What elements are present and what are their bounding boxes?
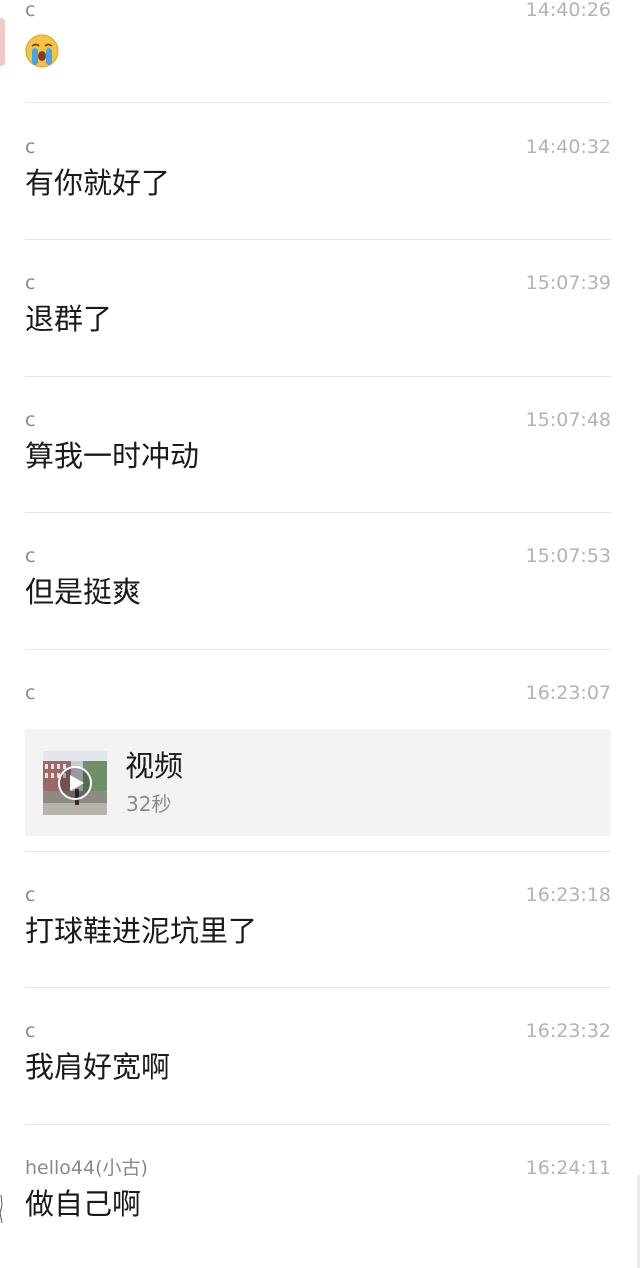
message-divider (25, 239, 611, 240)
message-text: 打球鞋进泥坑里了 (25, 914, 258, 948)
message-divider (25, 376, 611, 377)
partial-avatar (0, 18, 5, 66)
message-item[interactable]: c 14:40:32 有你就好了 (25, 135, 611, 225)
message-time: 15:07:39 (525, 272, 611, 294)
message-text: 但是挺爽 (25, 575, 142, 609)
message-item[interactable]: c 14:40:26 (25, 0, 611, 78)
message-sender[interactable]: c (25, 135, 35, 159)
message-text: 退群了 (25, 302, 113, 336)
message-divider (25, 851, 611, 852)
play-icon[interactable] (43, 751, 107, 815)
message-item[interactable]: hello44(小古) 16:24:11 做自己啊 (25, 1156, 611, 1246)
message-text: 做自己啊 (25, 1187, 142, 1221)
message-sender[interactable]: c (25, 883, 35, 907)
message-time: 15:07:53 (525, 545, 611, 567)
message-item[interactable]: c 15:07:53 但是挺爽 (25, 544, 611, 634)
message-divider (25, 1124, 611, 1125)
message-divider (25, 649, 611, 650)
message-time: 16:23:07 (525, 682, 611, 704)
message-time: 16:24:11 (525, 1157, 611, 1179)
message-sender[interactable]: c (25, 544, 35, 568)
message-item[interactable]: c 16:23:07 视频 32秒 (25, 681, 611, 841)
message-sender[interactable]: c (25, 681, 35, 705)
message-item[interactable]: c 16:23:18 打球鞋进泥坑里了 (25, 883, 611, 973)
video-message-card[interactable]: 视频 32秒 (25, 729, 611, 836)
video-title: 视频 (125, 749, 184, 783)
message-time: 15:07:48 (525, 409, 611, 431)
message-sender[interactable]: c (25, 0, 35, 22)
message-divider (25, 102, 611, 103)
crying-face-icon (25, 34, 59, 68)
message-sender[interactable]: c (25, 1019, 35, 1043)
message-time: 16:23:18 (525, 884, 611, 906)
message-item[interactable]: c 15:07:39 退群了 (25, 271, 611, 361)
message-item[interactable]: c 16:23:32 我肩好宽啊 (25, 1019, 611, 1109)
message-time: 14:40:32 (525, 136, 611, 158)
video-duration: 32秒 (126, 792, 172, 816)
message-sender[interactable]: c (25, 408, 35, 432)
message-text: 我肩好宽啊 (25, 1050, 171, 1084)
message-sender[interactable]: hello44(小古) (25, 1156, 148, 1180)
message-text: 算我一时冲动 (25, 439, 200, 473)
message-time: 14:40:26 (525, 0, 611, 21)
message-item[interactable]: c 15:07:48 算我一时冲动 (25, 408, 611, 498)
message-sender[interactable]: c (25, 271, 35, 295)
video-thumbnail[interactable] (43, 751, 107, 815)
message-divider (25, 512, 611, 513)
message-divider (25, 987, 611, 988)
message-time: 16:23:32 (525, 1020, 611, 1042)
edge-glyph (0, 1195, 3, 1223)
message-text: 有你就好了 (25, 166, 171, 200)
